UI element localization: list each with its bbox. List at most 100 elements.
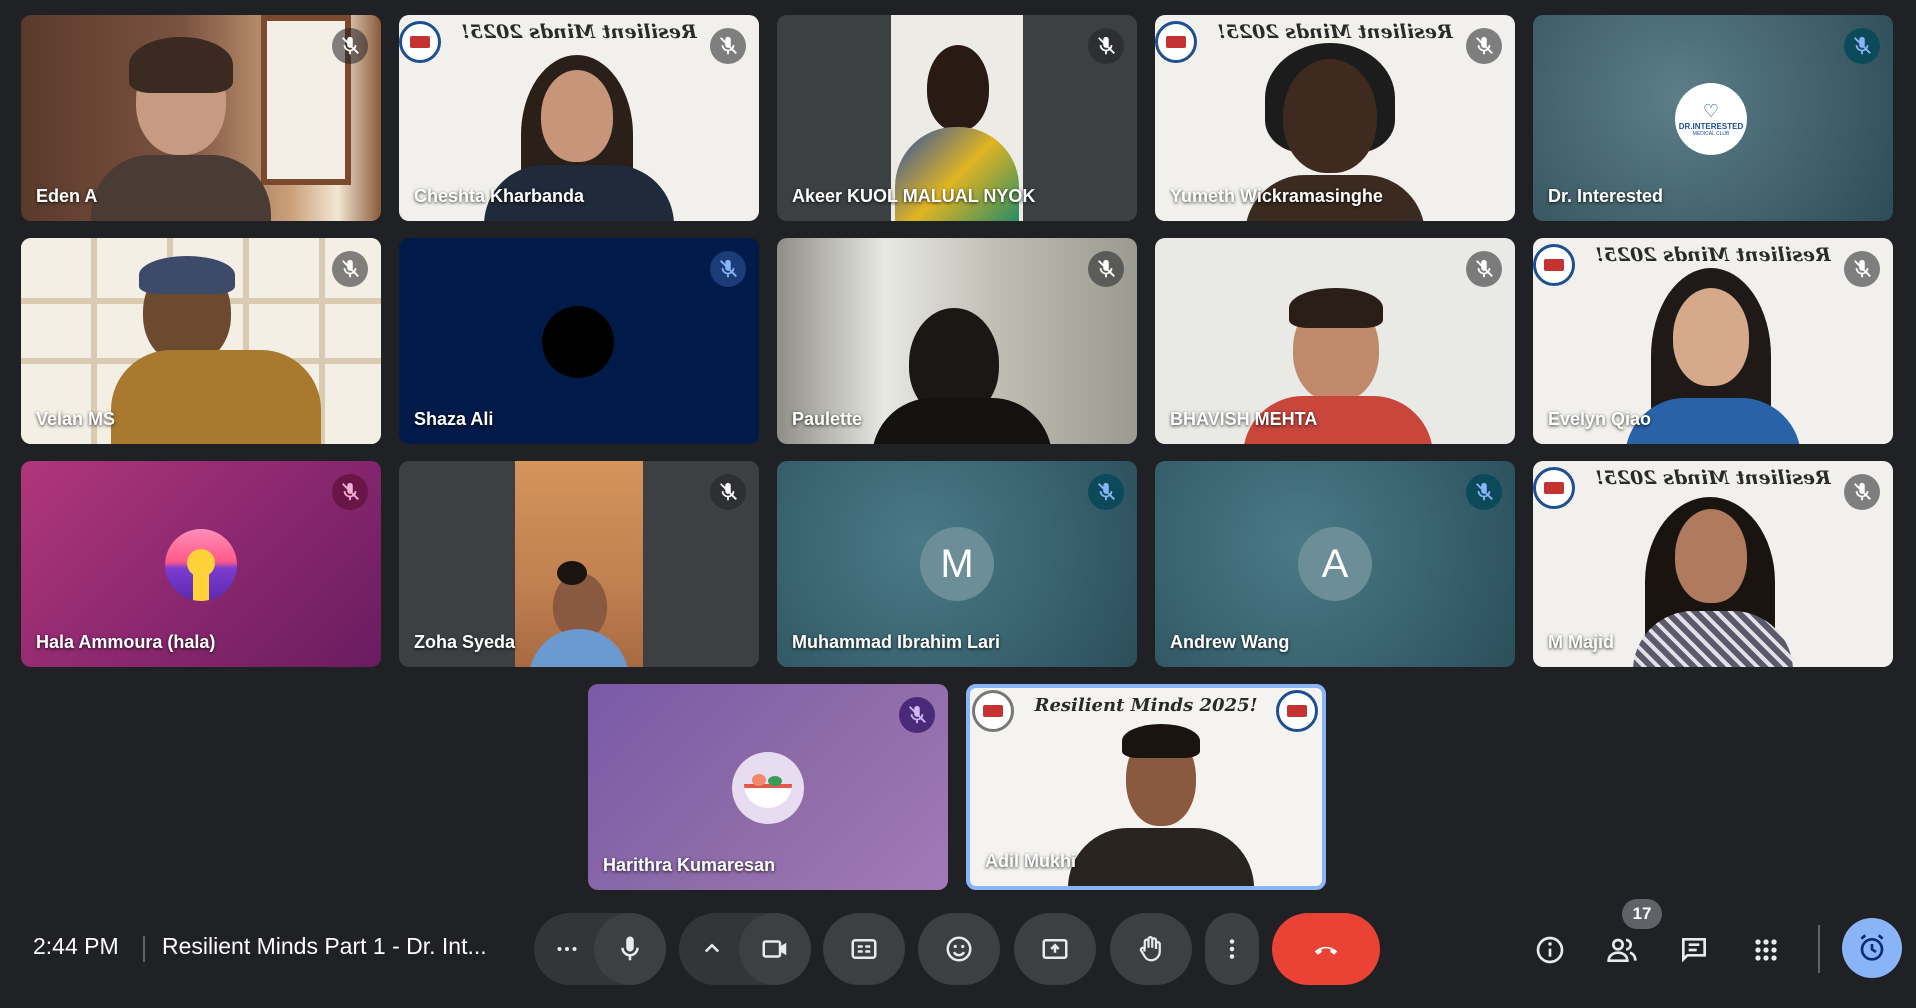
participant-name: Paulette	[792, 409, 863, 429]
divider	[143, 936, 145, 962]
present-screen-button[interactable]	[1014, 913, 1096, 985]
participant-tile[interactable]: Eden A	[21, 15, 381, 221]
heart-icon: ♡	[1702, 101, 1720, 121]
people-count-badge: 17	[1622, 899, 1662, 929]
club-logo-icon	[972, 690, 1014, 732]
participant-name: Andrew Wang	[1170, 632, 1290, 652]
active-speaker-tile[interactable]: Resilient Minds 2025! Adil Mukhi	[966, 684, 1326, 890]
participant-tile[interactable]: Resilient Minds 2025! M Majid	[1533, 461, 1893, 667]
club-logo-icon	[1276, 690, 1318, 732]
participant-name: BHAVISH MEHTA	[1170, 409, 1318, 429]
muted-mic-icon	[1088, 474, 1124, 510]
banner-text: Resilient Minds 2025!	[1595, 244, 1831, 266]
more-mic-options-button[interactable]	[534, 913, 600, 985]
muted-mic-icon	[1466, 474, 1502, 510]
phone-hangup-icon	[1314, 946, 1338, 955]
participant-tile[interactable]: Zoha Syeda	[399, 461, 759, 667]
timer-button[interactable]	[1842, 918, 1902, 978]
participant-tile[interactable]: Harithra Kumaresan	[588, 684, 948, 890]
leave-call-button[interactable]	[1272, 913, 1380, 985]
participant-name: Evelyn Qiao	[1548, 409, 1652, 429]
participant-name: Shaza Ali	[414, 409, 494, 429]
participant-name: Yumeth Wickramasinghe	[1170, 186, 1383, 206]
apps-grid-icon	[1755, 939, 1777, 961]
alarm-icon	[1860, 934, 1884, 961]
banner-text: Resilient Minds 2025!	[1034, 694, 1258, 716]
camera-icon	[762, 940, 787, 958]
chat-button[interactable]	[1672, 928, 1716, 972]
muted-mic-icon	[1844, 474, 1880, 510]
participant-tile[interactable]: Akeer KUOL MALUAL NYOK	[777, 15, 1137, 221]
participant-name: Hala Ammoura (hala)	[36, 632, 216, 652]
participant-name: Velan MS	[36, 409, 116, 429]
captions-button[interactable]	[823, 913, 905, 985]
participant-name: Dr. Interested	[1548, 186, 1664, 206]
info-icon	[1536, 936, 1564, 964]
activities-button[interactable]	[1744, 928, 1788, 972]
muted-mic-icon	[899, 697, 935, 733]
people-icon	[1607, 938, 1637, 962]
participant-tile[interactable]: Resilient Minds 2025! Yumeth Wickramasin…	[1155, 15, 1515, 221]
participant-tile[interactable]: Paulette	[777, 238, 1137, 444]
people-button[interactable]	[1600, 928, 1644, 972]
muted-mic-icon	[1466, 28, 1502, 64]
participant-name: Adil Mukhi	[985, 851, 1076, 871]
emoji-icon	[946, 936, 972, 962]
muted-mic-icon	[710, 251, 746, 287]
meeting-details-button[interactable]	[1528, 928, 1572, 972]
club-logo-icon	[399, 21, 441, 63]
participant-name: Cheshta Kharbanda	[414, 186, 585, 206]
participant-tile[interactable]: Velan MS	[21, 238, 381, 444]
hand-icon	[1139, 936, 1161, 962]
muted-mic-icon	[332, 28, 368, 64]
camera-button[interactable]	[739, 913, 811, 985]
microphone-button[interactable]	[594, 913, 666, 985]
raise-hand-button[interactable]	[1110, 913, 1192, 985]
divider	[1818, 925, 1820, 973]
captions-icon	[851, 939, 877, 959]
club-logo-text: DR.INTERESTED	[1678, 122, 1744, 131]
participant-tile[interactable]: A Andrew Wang	[1155, 461, 1515, 667]
club-logo-subtext: MEDICAL CLUB	[1692, 131, 1730, 137]
participant-tile[interactable]: Shaza Ali	[399, 238, 759, 444]
avatar: M	[920, 527, 994, 601]
muted-mic-icon	[1088, 28, 1124, 64]
meeting-time: 2:44 PM	[33, 933, 119, 959]
muted-mic-icon	[710, 474, 746, 510]
video-grid: Eden A Resilient Minds 2025! Cheshta Kha…	[0, 0, 1916, 900]
participant-name: Harithra Kumaresan	[603, 855, 776, 875]
more-options-button[interactable]	[1205, 913, 1259, 985]
participant-tile[interactable]: ♡ DR.INTERESTED MEDICAL CLUB Dr. Interes…	[1533, 15, 1893, 221]
muted-mic-icon	[332, 251, 368, 287]
participant-tile[interactable]: Hala Ammoura (hala)	[21, 461, 381, 667]
muted-mic-icon	[710, 28, 746, 64]
banner-text: Resilient Minds 2025!	[1595, 467, 1831, 489]
participant-name: Akeer KUOL MALUAL NYOK	[792, 186, 1036, 206]
present-screen-icon	[1042, 939, 1068, 959]
banner-text: Resilient Minds 2025!	[461, 21, 697, 43]
muted-mic-icon	[332, 474, 368, 510]
participant-tile[interactable]: Resilient Minds 2025! Evelyn Qiao	[1533, 238, 1893, 444]
club-logo-icon	[1533, 244, 1575, 286]
avatar	[542, 306, 614, 378]
club-avatar: ♡ DR.INTERESTED MEDICAL CLUB	[1675, 83, 1747, 155]
participant-tile[interactable]: BHAVISH MEHTA	[1155, 238, 1515, 444]
more-vertical-icon	[1229, 939, 1235, 959]
muted-mic-icon	[1466, 251, 1502, 287]
participant-tile[interactable]: Resilient Minds 2025! Cheshta Kharbanda	[399, 15, 759, 221]
mic-icon	[621, 936, 639, 961]
muted-mic-icon	[1844, 251, 1880, 287]
participant-name: M Majid	[1548, 632, 1614, 652]
club-logo-icon	[1533, 467, 1575, 509]
avatar: A	[1298, 527, 1372, 601]
chevron-up-icon	[704, 943, 720, 953]
muted-mic-icon	[1088, 251, 1124, 287]
participant-name: Eden A	[36, 186, 98, 206]
chat-icon	[1682, 938, 1706, 963]
club-logo-icon	[1155, 21, 1197, 63]
emoji-reactions-button[interactable]	[918, 913, 1000, 985]
sunset-avatar-icon	[165, 529, 237, 601]
participant-name: Muhammad Ibrahim Lari	[792, 632, 1001, 652]
camera-options-button[interactable]	[679, 913, 745, 985]
participant-tile[interactable]: M Muhammad Ibrahim Lari	[777, 461, 1137, 667]
